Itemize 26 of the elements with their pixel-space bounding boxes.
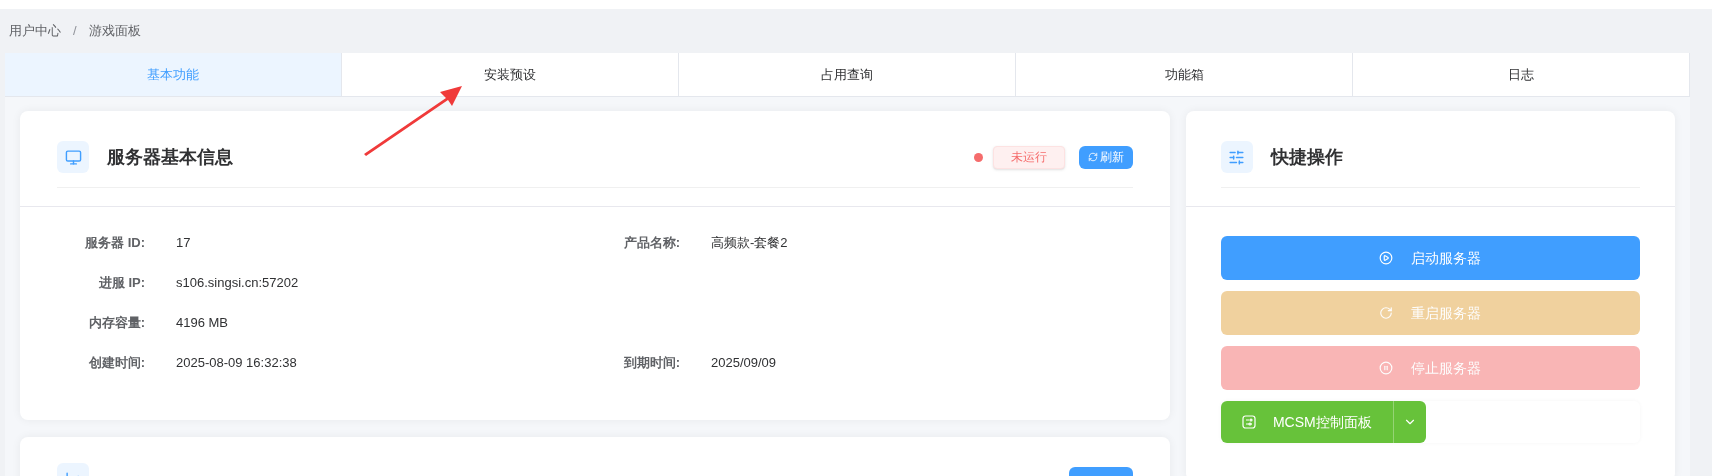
- field-value: s106.singsi.cn:57202: [176, 273, 299, 292]
- field-value: 2025/09/09: [711, 353, 777, 372]
- field-label: 进服 IP:: [97, 273, 145, 292]
- panel-icon: [1241, 415, 1256, 429]
- field-label: 内存容量:: [87, 313, 145, 332]
- pause-icon: [1379, 361, 1394, 375]
- breadcrumb-link[interactable]: 游戏面板: [88, 21, 141, 41]
- card-title: 服务器基本信息: [107, 145, 233, 169]
- field-value: 高频款-套餐2: [711, 233, 788, 252]
- field-label: 到期时间:: [622, 353, 680, 372]
- status-tag: 未运行: [992, 145, 1065, 169]
- play-icon: [1379, 251, 1394, 265]
- field-value: 4196 MB: [176, 313, 229, 332]
- field-label: 服务器 ID:: [84, 233, 145, 252]
- refresh-icon: [1379, 306, 1394, 320]
- field-label: 产品名称:: [622, 233, 680, 252]
- dropdown-button[interactable]: [1393, 401, 1426, 443]
- monitor-icon: [64, 148, 82, 166]
- field-value: 17: [176, 233, 191, 252]
- field-value: 2025-08-09 16:32:38: [176, 353, 297, 372]
- card-title: 快捷操作: [1270, 145, 1343, 169]
- refresh-icon: [1087, 152, 1098, 162]
- field-label: 创建时间:: [87, 353, 145, 372]
- breadcrumb-link[interactable]: 用户中心: [9, 21, 61, 41]
- breadcrumb-separator: /: [73, 22, 77, 41]
- sliders-icon: [1228, 148, 1246, 166]
